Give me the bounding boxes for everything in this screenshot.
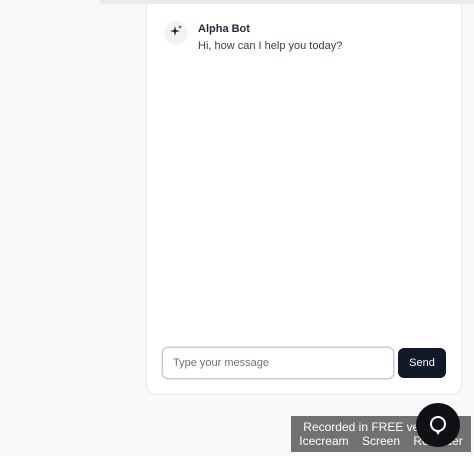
message-sender: Alpha Bot [198, 23, 250, 35]
bot-message: Alpha Bot Hi, how can I help you today? [164, 21, 342, 53]
sparkle-icon [169, 24, 183, 43]
composer: Send [162, 347, 446, 379]
message-text: Hi, how can I help you today? [198, 40, 343, 52]
message-body: Alpha Bot Hi, how can I help you today? [198, 21, 342, 53]
send-button[interactable]: Send [398, 348, 446, 378]
chat-panel: Alpha Bot Hi, how can I help you today? … [146, 4, 462, 395]
message-input[interactable] [162, 347, 394, 379]
recorder-icon[interactable] [416, 403, 460, 447]
bot-avatar [164, 21, 188, 45]
